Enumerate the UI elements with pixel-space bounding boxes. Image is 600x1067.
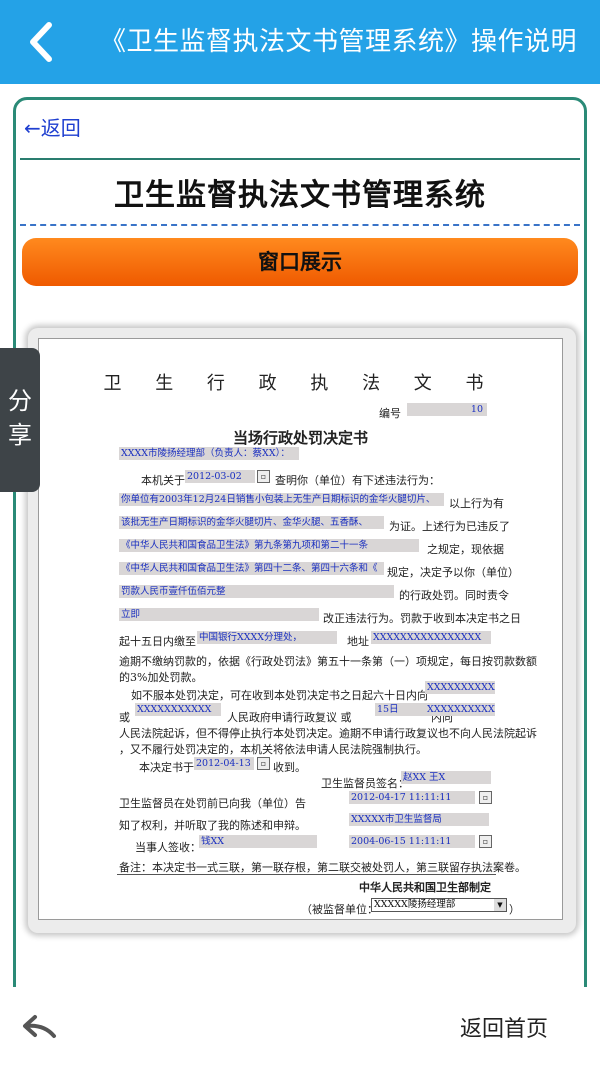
party-field[interactable]: XXXX市陵扬经理部（负责人：蔡XX）： — [119, 447, 299, 460]
document-title: 卫 生 行 政 执 法 文 书 — [103, 373, 498, 394]
system-heading: 卫生监督执法文书管理系统 — [114, 178, 486, 213]
penalty-field[interactable]: 罚款人民币壹仟伍佰元整 — [119, 585, 394, 598]
unit-label: （被监督单位： — [301, 903, 378, 916]
calendar-icon[interactable]: ▫ — [257, 470, 270, 483]
inspect-date-field[interactable]: 2012-04-17 11:11:11 — [349, 791, 475, 804]
decision-label: 本决定书于 — [139, 761, 194, 774]
court-line: 人民法院起诉，但不得停止执行本处罚决定。逾期不申请行政复议也不向人民法院起诉 — [119, 727, 537, 740]
government-suffix: 人民政府申请行政复议 或 — [227, 711, 352, 724]
share-tab[interactable]: 分享 — [0, 348, 40, 492]
penalty-document: 卫 生 行 政 执 法 文 书 编号 10 当场行政处罚决定书 XXXX市陵扬经… — [38, 338, 563, 920]
signer-field[interactable]: 钱XX — [199, 835, 317, 848]
remark-divider — [117, 874, 496, 875]
page-title: 《卫生监督执法文书管理系统》操作说明 — [100, 27, 578, 57]
government-field[interactable]: XXXXXXXXXXX — [135, 703, 221, 716]
notice-line-2: 知了权利，并听取了我的陈述和申辩。 — [119, 819, 306, 832]
line5-suffix: 规定，决定予以你（单位） — [387, 566, 519, 579]
address-label: 地址 — [347, 635, 369, 648]
appeal-org-field[interactable]: XXXXXXXXXXXXXX — [425, 681, 495, 694]
date-field[interactable]: 2012-03-02 — [185, 470, 255, 483]
correction-field[interactable]: 立即 — [119, 608, 319, 621]
notice-line-1: 卫生监督员在处罚前已向我（单位）告 — [119, 797, 306, 810]
chevron-left-icon[interactable] — [22, 20, 62, 64]
document-subtitle: 当场行政处罚决定书 — [232, 429, 368, 447]
line4-suffix: 之规定，现依据 — [427, 543, 504, 556]
law-field-1[interactable]: 《中华人民共和国食品卫生法》第九条第九项和第二十一条 — [119, 539, 419, 552]
decision-date-field[interactable]: 2012-04-13 — [194, 757, 254, 770]
violation-field-1[interactable]: 你单位有2003年12月24日销售小包装上无生产日期标识的金华火腿切片、 — [119, 493, 444, 506]
sign-date-field[interactable]: 2004-06-15 11:11:11 — [349, 835, 475, 848]
late-fee-line-1: 逾期不缴纳罚款的，依据《行政处罚法》第五十一条第（一）项规定，每日按罚款数额 — [119, 655, 537, 668]
number-field[interactable]: 10 — [407, 403, 487, 416]
dashed-divider — [20, 224, 580, 226]
pay-label: 起十五日内缴至 — [119, 635, 196, 648]
bureau-field[interactable]: XXXXX市卫生监督局 — [349, 813, 489, 826]
chevron-down-icon: ▼ — [494, 899, 506, 911]
or-label: 或 — [119, 711, 130, 724]
court-field[interactable]: XXXXXXXXXXXXXX — [425, 703, 495, 716]
days-field[interactable]: 15日 — [375, 703, 425, 716]
remark-line: 备注：本决定书一式三联，第一联存根，第二联交被处罚人，第三联留存执法案卷。 — [119, 861, 526, 874]
number-label: 编号 — [379, 407, 401, 420]
line1-suffix: 查明你（单位）有下述违法行为： — [275, 474, 440, 487]
law-field-2[interactable]: 《中华人民共和国食品卫生法》第四十二条、第四十六条和《 — [119, 562, 384, 575]
maker-line: 中华人民共和国卫生部制定 — [359, 881, 491, 894]
address-field[interactable]: XXXXXXXXXXXXXXXX — [371, 631, 491, 644]
late-fee-line-2: 的3%加处罚款。 — [119, 671, 203, 684]
enforce-line: ，又不履行处罚决定的，本机关将依法申请人民法院强制执行。 — [119, 743, 427, 756]
line1-label: 本机关于 — [141, 474, 185, 487]
section-button[interactable]: 窗口展示 — [22, 238, 578, 286]
line7-suffix: 改正违法行为。罚款于收到本决定书之日 — [323, 612, 521, 625]
signer-label: 当事人签收： — [135, 841, 201, 854]
bank-field[interactable]: 中国银行XXXX分理处， — [197, 631, 337, 644]
line6-suffix: 的行政处罚。同时责令 — [399, 589, 509, 602]
divider — [20, 158, 580, 160]
line2-suffix: 以上行为有 — [449, 497, 504, 510]
home-link[interactable]: 返回首页 — [460, 1011, 548, 1043]
violation-field-2[interactable]: 该批无生产日期标识的金华火腿切片、金华火腿、五香酥、 — [119, 516, 384, 529]
appeal-label: 如不服本处罚决定，可在收到本处罚决定书之日起六十日内向 — [131, 689, 428, 702]
line3-suffix: 为证。上述行为已违反了 — [389, 520, 510, 533]
back-link[interactable]: ←返回 — [24, 112, 81, 141]
reply-arrow-icon[interactable] — [22, 1014, 58, 1040]
decision-suffix: 收到。 — [273, 761, 306, 774]
unit-select[interactable]: XXXXX陵扬经理部 ▼ — [371, 898, 507, 912]
app-screen: 《卫生监督执法文书管理系统》操作说明 ←返回 卫生监督执法文书管理系统 窗口展示… — [0, 0, 600, 1067]
unit-close: ） — [509, 903, 520, 916]
top-bar: 《卫生监督执法文书管理系统》操作说明 — [0, 0, 600, 84]
calendar-icon[interactable]: ▫ — [479, 791, 492, 804]
document-screenshot-frame: 卫 生 行 政 执 法 文 书 编号 10 当场行政处罚决定书 XXXX市陵扬经… — [28, 328, 576, 933]
unit-select-value: XXXXX陵扬经理部 — [374, 899, 456, 910]
calendar-icon[interactable]: ▫ — [257, 757, 270, 770]
content-card: ←返回 卫生监督执法文书管理系统 窗口展示 卫 生 行 政 执 法 文 书 编号… — [13, 97, 587, 1057]
inspector-label: 卫生监督员签名： — [321, 777, 409, 790]
bottom-bar: 返回首页 — [0, 987, 600, 1067]
calendar-icon[interactable]: ▫ — [479, 835, 492, 848]
inspector-field[interactable]: 赵XX 王X — [401, 771, 491, 784]
